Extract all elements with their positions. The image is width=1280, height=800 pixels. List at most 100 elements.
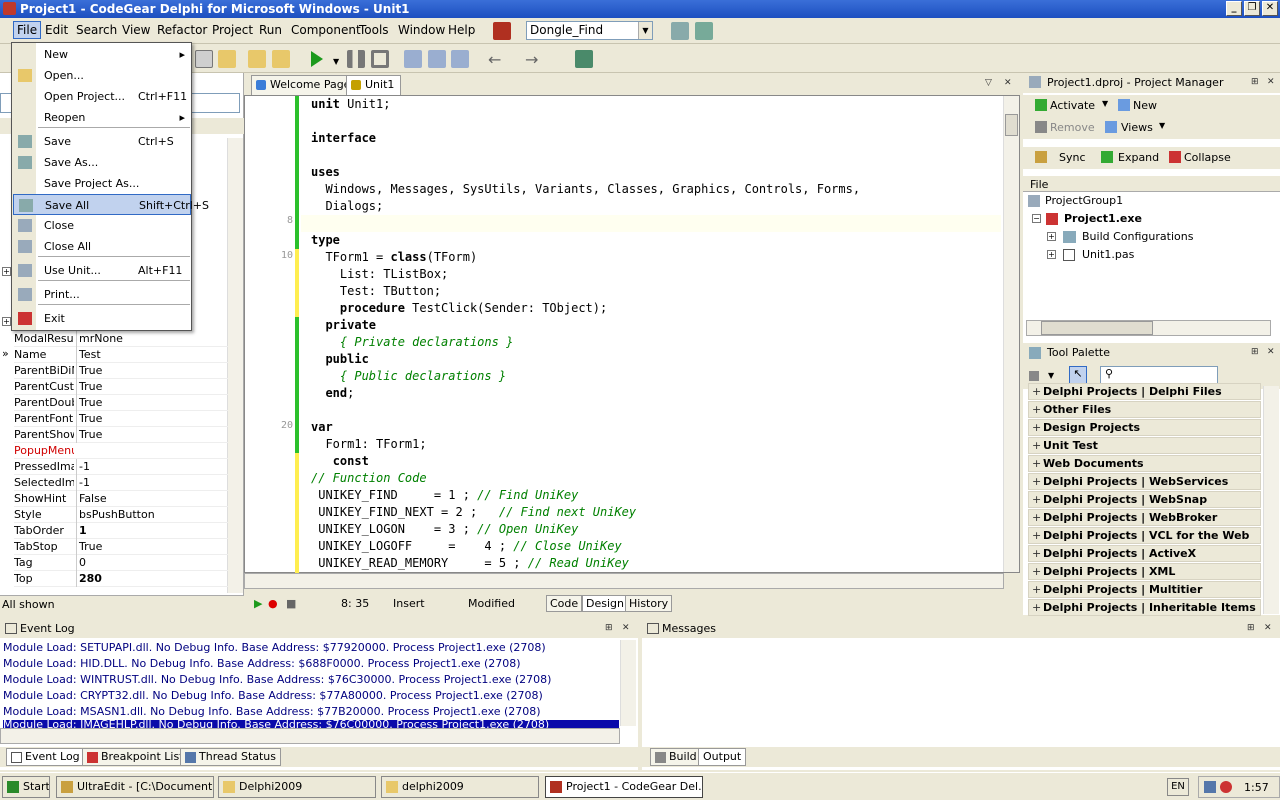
property-value[interactable]: -1 bbox=[76, 475, 90, 491]
scroll-thumb[interactable] bbox=[1041, 321, 1153, 335]
tab-thread-status[interactable]: Thread Status bbox=[180, 748, 282, 766]
step-over-icon[interactable] bbox=[428, 50, 446, 68]
maximize-button[interactable]: ❐ bbox=[1244, 1, 1260, 16]
run-dropdown-icon[interactable]: ▼ bbox=[333, 57, 339, 66]
close-tab-icon[interactable]: ✕ bbox=[1004, 78, 1012, 88]
palette-category[interactable]: Delphi Projects | WebBroker bbox=[1028, 509, 1261, 526]
menu-edit[interactable]: Edit bbox=[45, 23, 68, 37]
event-log-vscroll[interactable] bbox=[620, 640, 636, 726]
save-all-icon[interactable] bbox=[195, 50, 213, 68]
property-row[interactable]: ParentDoublTrue bbox=[14, 395, 228, 411]
menu-item-save-all[interactable]: Save All Shift+Ctrl+S bbox=[13, 194, 209, 215]
code-line[interactable]: unit Unit1; bbox=[311, 96, 390, 113]
language-indicator[interactable]: EN bbox=[1167, 778, 1189, 796]
help-book-icon[interactable] bbox=[575, 50, 593, 68]
tab-list-icon[interactable]: ▽ bbox=[985, 78, 992, 88]
property-row[interactable]: Tag 0 bbox=[14, 555, 228, 571]
file-column-header[interactable]: File bbox=[1023, 176, 1280, 192]
property-value[interactable]: 0 bbox=[76, 555, 86, 571]
menu-item-print[interactable]: Print... bbox=[13, 284, 191, 305]
task-ultraedit[interactable]: UltraEdit - [C:\Document... bbox=[56, 776, 214, 798]
collapse-button[interactable]: Collapse bbox=[1184, 151, 1231, 164]
tab-build[interactable]: Build bbox=[650, 748, 702, 766]
security-shield-icon[interactable] bbox=[1220, 781, 1232, 793]
scroll-thumb[interactable] bbox=[1005, 114, 1018, 136]
code-line[interactable]: procedure TestClick(Sender: TObject); bbox=[311, 300, 607, 317]
tree-project[interactable]: − Project1.exe bbox=[1032, 212, 1142, 225]
property-row[interactable]: PopupMenu bbox=[14, 443, 228, 459]
chevron-down-icon[interactable]: ▼ bbox=[1102, 99, 1108, 108]
property-value[interactable]: True bbox=[76, 427, 102, 443]
palette-category[interactable]: Unit Test bbox=[1028, 437, 1261, 454]
menu-component[interactable]: Component bbox=[291, 23, 361, 37]
property-row[interactable]: Style bsPushButton bbox=[14, 507, 228, 523]
close-icon[interactable]: ✕ bbox=[1264, 623, 1272, 633]
palette-scrollbar[interactable] bbox=[1263, 386, 1279, 614]
collapse-node-icon[interactable]: − bbox=[1032, 214, 1041, 223]
menu-item-close-all[interactable]: Close All bbox=[13, 236, 191, 257]
tab-code[interactable]: Code bbox=[546, 595, 583, 612]
pin-icon[interactable]: ⊞ bbox=[605, 623, 613, 633]
chevron-down-icon[interactable]: ▼ bbox=[1048, 371, 1054, 380]
expand-node-icon[interactable]: + bbox=[1047, 250, 1056, 259]
stop-macro-icon[interactable]: ■ bbox=[286, 597, 296, 610]
code-line[interactable]: public bbox=[311, 351, 368, 368]
property-value[interactable]: True bbox=[76, 363, 102, 379]
expand-icon[interactable]: + bbox=[2, 267, 11, 276]
menu-view[interactable]: View bbox=[122, 23, 150, 37]
code-line[interactable]: Dialogs; bbox=[311, 198, 383, 215]
property-row[interactable]: ParentBiDiMTrue bbox=[14, 363, 228, 379]
pm-hscroll[interactable] bbox=[1026, 320, 1271, 336]
close-icon[interactable]: ✕ bbox=[1267, 347, 1275, 357]
property-value[interactable]: mrNone bbox=[76, 331, 123, 347]
property-row[interactable]: ParentFont True bbox=[14, 411, 228, 427]
property-row[interactable]: Name Test bbox=[14, 347, 228, 363]
property-row[interactable]: ParentCusto True bbox=[14, 379, 228, 395]
sync-button[interactable]: Sync bbox=[1059, 151, 1086, 164]
property-value[interactable]: bsPushButton bbox=[76, 507, 155, 523]
menu-item-save-project-as[interactable]: Save Project As... bbox=[13, 173, 191, 194]
code-line[interactable]: TForm1 = class(TForm) bbox=[311, 249, 477, 266]
chevron-down-icon[interactable]: ▼ bbox=[1159, 121, 1165, 130]
property-row[interactable]: SelectedIma-1 bbox=[14, 475, 228, 491]
menu-window[interactable]: Window bbox=[398, 23, 445, 37]
stop-icon[interactable] bbox=[371, 50, 389, 68]
tab-breakpoint-list[interactable]: Breakpoint List bbox=[82, 748, 189, 766]
task-delphi2009-folder[interactable]: Delphi2009 bbox=[218, 776, 376, 798]
log-line[interactable]: Module Load: SETUPAPI.dll. No Debug Info… bbox=[3, 640, 546, 656]
task-codegear-delphi[interactable]: Project1 - CodeGear Del... bbox=[545, 776, 703, 798]
close-icon[interactable]: ✕ bbox=[1267, 77, 1275, 87]
code-line[interactable]: UNIKEY_FIND_NEXT = 2 ; // Find next UniK… bbox=[311, 504, 636, 521]
menu-item-exit[interactable]: Exit bbox=[13, 308, 191, 329]
categories-icon[interactable] bbox=[1029, 371, 1039, 381]
palette-category[interactable]: Delphi Projects | WebSnap bbox=[1028, 491, 1261, 508]
property-value[interactable]: True bbox=[76, 411, 102, 427]
tree-project-group[interactable]: ProjectGroup1 bbox=[1028, 194, 1123, 207]
property-value[interactable]: True bbox=[76, 539, 102, 555]
property-value[interactable]: Test bbox=[76, 347, 101, 363]
menu-refactor[interactable]: Refactor bbox=[157, 23, 207, 37]
component-icon[interactable] bbox=[493, 22, 511, 40]
menu-search[interactable]: Search bbox=[76, 23, 117, 37]
code-line[interactable]: type bbox=[311, 232, 340, 249]
code-line[interactable]: UNIKEY_LOGON = 3 ; // Open UniKey bbox=[311, 521, 578, 538]
palette-category[interactable]: Delphi Projects | Multitier bbox=[1028, 581, 1261, 598]
code-line[interactable]: UNIKEY_READ_MEMORY = 5 ; // Read UniKey bbox=[311, 555, 629, 572]
property-row[interactable]: Top 280 bbox=[14, 571, 228, 587]
forward-arrow-icon[interactable]: → bbox=[525, 50, 538, 69]
palette-category[interactable]: Delphi Projects | ActiveX bbox=[1028, 545, 1261, 562]
code-line[interactable]: Form1: TForm1; bbox=[311, 436, 426, 453]
log-line[interactable]: Module Load: HID.DLL. No Debug Info. Bas… bbox=[3, 656, 521, 672]
property-row[interactable]: ParentShow True bbox=[14, 427, 228, 443]
palette-category[interactable]: Delphi Projects | XML bbox=[1028, 563, 1261, 580]
property-value[interactable]: 1 bbox=[76, 523, 87, 539]
menu-item-use-unit[interactable]: Use Unit... Alt+F11 bbox=[13, 260, 191, 281]
palette-category[interactable]: Design Projects bbox=[1028, 419, 1261, 436]
new-button[interactable]: New bbox=[1133, 99, 1157, 112]
back-arrow-icon[interactable]: ← bbox=[488, 50, 501, 69]
network-icon[interactable] bbox=[1204, 781, 1216, 793]
tab-event-log[interactable]: Event Log bbox=[6, 748, 85, 766]
minimize-button[interactable]: _ bbox=[1226, 1, 1242, 16]
pointer-icon[interactable]: ↖ bbox=[1069, 366, 1087, 384]
pin-icon[interactable]: ⊞ bbox=[1251, 77, 1259, 87]
